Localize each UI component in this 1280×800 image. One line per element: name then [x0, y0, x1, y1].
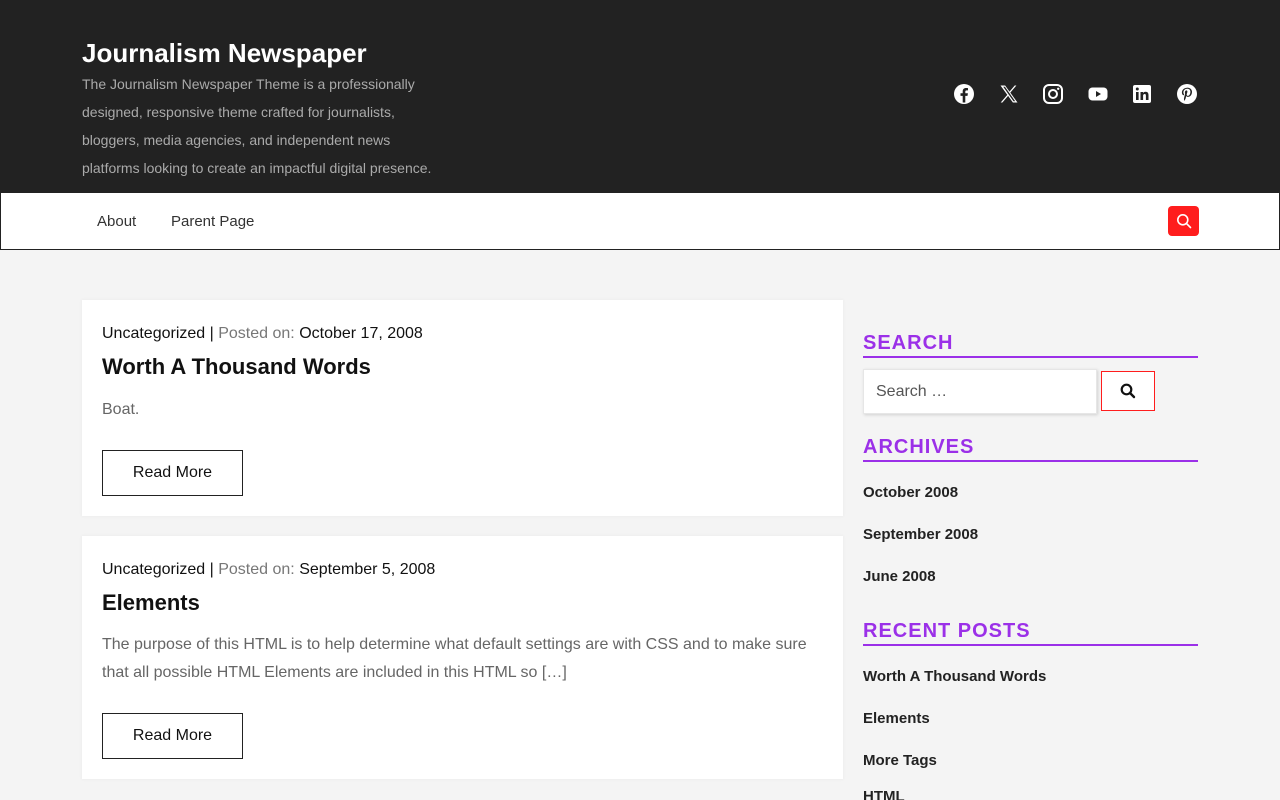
read-more-button[interactable]: Read More [102, 713, 243, 759]
post-category[interactable]: Uncategorized [102, 325, 205, 342]
recent-post-link[interactable]: More Tags [863, 752, 937, 769]
read-more-button[interactable]: Read More [102, 450, 243, 496]
post-meta: Uncategorized | Posted on: September 5, … [102, 561, 435, 579]
post-title[interactable]: Elements [102, 590, 200, 616]
instagram-icon[interactable] [1041, 82, 1065, 108]
search-icon [1120, 383, 1136, 399]
facebook-icon[interactable] [952, 82, 976, 108]
search-input[interactable] [863, 369, 1097, 414]
post-card: Uncategorized | Posted on: October 17, 2… [82, 300, 843, 516]
search-submit-button[interactable] [1101, 371, 1155, 411]
post-title[interactable]: Worth A Thousand Words [102, 354, 371, 380]
recent-post-link[interactable]: Worth A Thousand Words [863, 668, 1046, 685]
posted-on-label: Posted on: [218, 325, 295, 342]
post-category[interactable]: Uncategorized [102, 561, 205, 578]
nav-search-button[interactable] [1168, 206, 1199, 236]
archives-widget-title: ARCHIVES [863, 436, 1198, 462]
post-date[interactable]: October 17, 2008 [299, 325, 423, 342]
post-card: Uncategorized | Posted on: September 5, … [82, 536, 843, 779]
site-header: Journalism Newspaper The Journalism News… [0, 0, 1280, 193]
recent-post-link[interactable]: HTML [863, 788, 905, 800]
archive-link[interactable]: October 2008 [863, 484, 958, 501]
recent-posts-widget-title: RECENT POSTS [863, 620, 1198, 646]
site-title[interactable]: Journalism Newspaper [82, 38, 367, 69]
posted-on-label: Posted on: [218, 561, 295, 578]
x-twitter-icon[interactable] [997, 82, 1021, 108]
post-meta: Uncategorized | Posted on: October 17, 2… [102, 325, 423, 343]
archive-link[interactable]: September 2008 [863, 526, 978, 543]
youtube-icon[interactable] [1086, 82, 1110, 108]
nav-item-about[interactable]: About [97, 213, 136, 230]
search-widget-title: SEARCH [863, 332, 1198, 358]
post-excerpt: The purpose of this HTML is to help dete… [102, 636, 807, 681]
post-date[interactable]: September 5, 2008 [299, 561, 435, 578]
search-icon [1176, 214, 1191, 229]
archive-link[interactable]: June 2008 [863, 568, 936, 585]
linkedin-icon[interactable] [1130, 82, 1154, 108]
social-links [952, 82, 1219, 108]
main-navigation: About Parent Page [0, 192, 1280, 250]
site-description: The Journalism Newspaper Theme is a prof… [82, 76, 432, 176]
post-excerpt: Boat. [102, 401, 140, 418]
meta-separator: | [209, 325, 214, 342]
meta-separator: | [209, 561, 214, 578]
recent-post-link[interactable]: Elements [863, 710, 930, 727]
pinterest-icon[interactable] [1175, 82, 1199, 108]
nav-item-parent-page[interactable]: Parent Page [171, 213, 254, 230]
